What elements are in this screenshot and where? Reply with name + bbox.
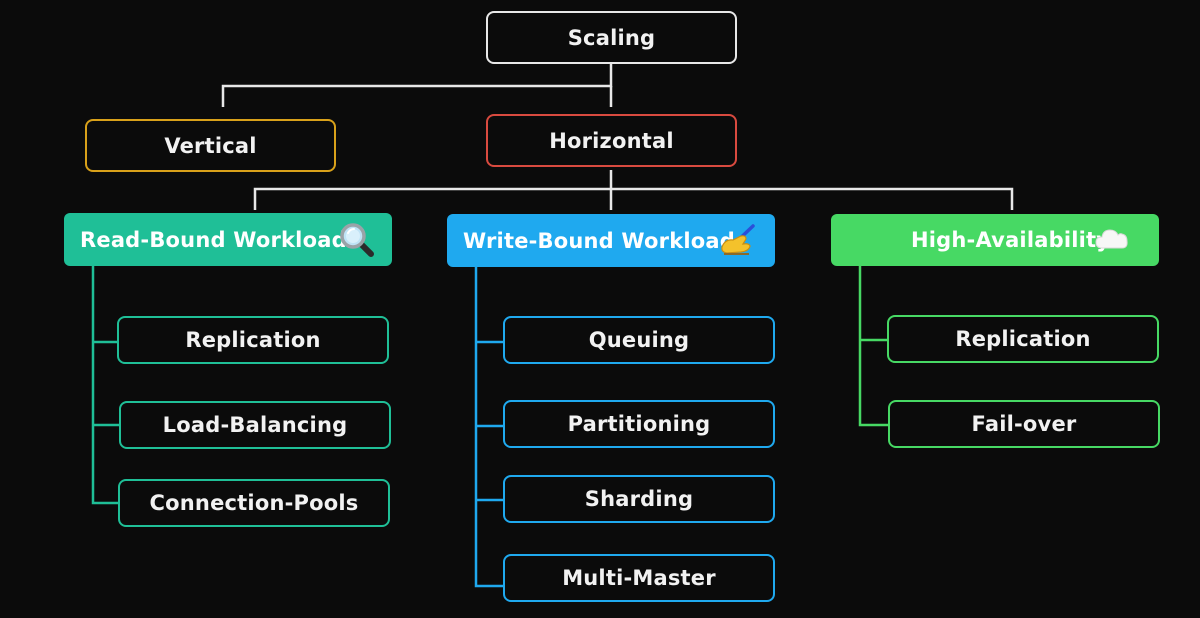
item-label: Queuing xyxy=(588,328,690,352)
node-label: Scaling xyxy=(567,25,656,50)
item-read-load-balancing: Load-Balancing xyxy=(119,401,391,449)
connector-ha-items xyxy=(858,266,888,427)
item-label: Sharding xyxy=(584,487,694,511)
writing-hand-icon xyxy=(719,223,757,257)
item-label: Multi-Master xyxy=(562,566,716,590)
branch-label: High-Availability xyxy=(911,228,1111,252)
branch-label: Write-Bound Workload xyxy=(463,228,736,253)
item-label: Partitioning xyxy=(567,412,711,436)
item-label: Connection-Pools xyxy=(149,491,359,515)
item-ha-fail-over: Fail-over xyxy=(888,400,1160,448)
branch-header-write-bound: Write-Bound Workload xyxy=(447,214,775,267)
node-label: Horizontal xyxy=(549,128,674,153)
item-write-partitioning: Partitioning xyxy=(503,400,775,448)
node-vertical: Vertical xyxy=(85,119,336,172)
connector-root-vertical xyxy=(221,64,613,107)
connector-write-items xyxy=(474,267,503,588)
item-write-multi-master: Multi-Master xyxy=(503,554,775,602)
item-read-replication: Replication xyxy=(117,316,389,364)
node-horizontal: Horizontal xyxy=(486,114,737,167)
cloud-icon xyxy=(1094,225,1130,253)
magnifying-glass-icon xyxy=(338,221,376,259)
node-label: Vertical xyxy=(164,133,257,158)
item-read-connection-pools: Connection-Pools xyxy=(118,479,390,527)
branch-label: Read-Bound Workload xyxy=(80,227,347,252)
item-write-queuing: Queuing xyxy=(503,316,775,364)
item-label: Replication xyxy=(185,328,321,352)
item-label: Load-Balancing xyxy=(162,413,348,437)
item-ha-replication: Replication xyxy=(887,315,1159,363)
scaling-diagram: Scaling Vertical Horizontal Read-Bound W… xyxy=(0,0,1200,618)
branch-header-read-bound: Read-Bound Workload xyxy=(64,213,392,266)
branch-header-high-availability: High-Availability xyxy=(831,214,1159,266)
item-label: Fail-over xyxy=(971,412,1077,436)
item-write-sharding: Sharding xyxy=(503,475,775,523)
item-label: Replication xyxy=(955,327,1091,351)
connector-read-items xyxy=(91,266,119,505)
node-scaling: Scaling xyxy=(486,11,737,64)
connector-horizontal-branches xyxy=(253,170,1014,210)
